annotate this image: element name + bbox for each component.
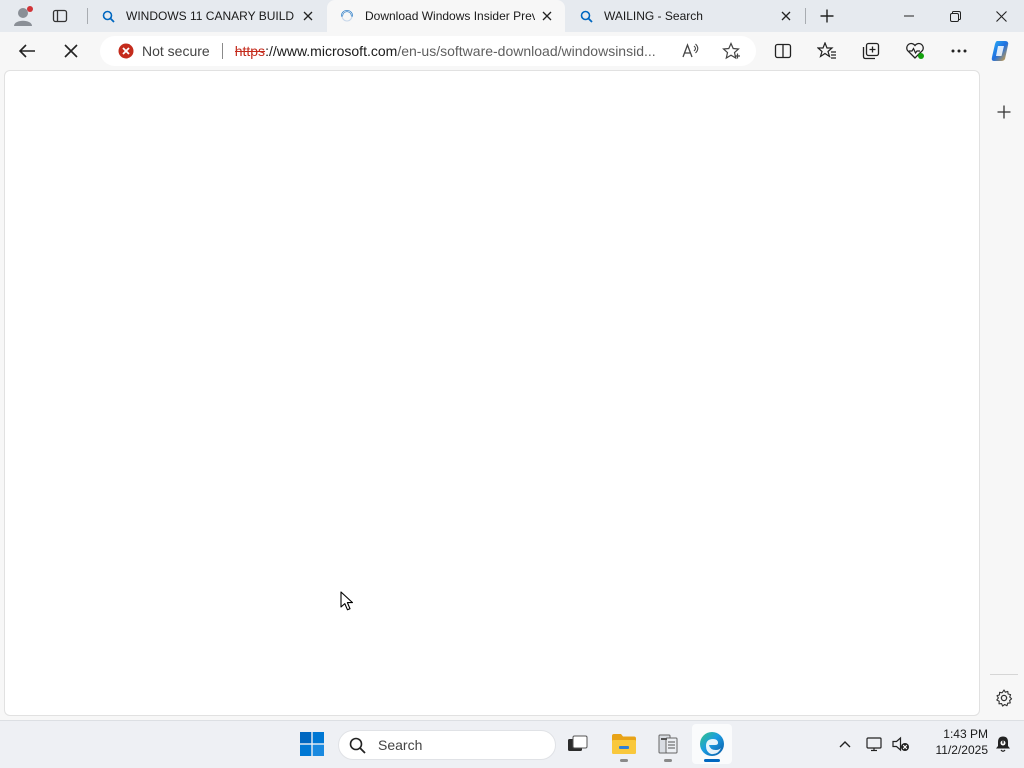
tab-strip: WINDOWS 11 CANARY BUILD DOWNLOAD Downloa…: [0, 0, 1024, 32]
favorites-icon: [817, 42, 837, 60]
plus-icon: [820, 9, 834, 23]
folder-icon: [611, 733, 637, 755]
edge-sidebar: [984, 70, 1024, 720]
close-icon: [542, 11, 552, 21]
tab-wailing-search[interactable]: WAILING - Search: [566, 0, 804, 32]
search-icon: [578, 8, 594, 24]
settings-and-more-button[interactable]: [943, 35, 975, 67]
tab-title: Download Windows Insider Preview: [365, 9, 535, 23]
profile-button[interactable]: [6, 0, 40, 32]
url-host: ://www.microsoft.com: [265, 43, 398, 59]
running-indicator: [620, 759, 628, 762]
task-view-icon: [567, 735, 589, 753]
search-label: Search: [378, 737, 423, 753]
security-label: Not secure: [142, 43, 210, 59]
url-path: /en-us/software-download/windowsinsid...: [397, 43, 656, 59]
profile-avatar-icon: [12, 5, 34, 27]
tab-close-button[interactable]: [774, 4, 798, 28]
close-icon: [995, 10, 1007, 22]
stop-loading-button[interactable]: [55, 35, 87, 67]
volume-button[interactable]: [888, 724, 914, 764]
task-view-button[interactable]: [558, 724, 598, 764]
tab-download-windows-insider[interactable]: Download Windows Insider Preview: [327, 0, 565, 32]
url-input[interactable]: https://www.microsoft.com/en-us/software…: [235, 43, 671, 59]
close-icon: [781, 11, 791, 21]
copilot-button[interactable]: [985, 35, 1017, 67]
close-icon: [303, 11, 313, 21]
collections-button[interactable]: [855, 35, 887, 67]
plus-icon: [997, 105, 1011, 119]
read-aloud-icon: [682, 43, 700, 59]
loading-spinner-icon: [339, 8, 355, 24]
sidebar-add-button[interactable]: [988, 96, 1020, 128]
mouse-cursor-icon: [340, 591, 354, 611]
taskbar-search-box[interactable]: Search: [338, 730, 556, 760]
close-window-button[interactable]: [978, 0, 1024, 32]
tab-actions-button[interactable]: [44, 0, 76, 32]
new-tab-button[interactable]: [810, 0, 844, 32]
minimize-button[interactable]: [886, 0, 932, 32]
notification-bell-icon: [994, 735, 1012, 753]
tab-windows-11-canary[interactable]: WINDOWS 11 CANARY BUILD DOWNLOAD: [88, 0, 326, 32]
split-screen-button[interactable]: [767, 35, 799, 67]
gear-icon: [995, 689, 1013, 707]
search-icon: [100, 8, 116, 24]
windows-logo-icon: [300, 732, 324, 756]
file-explorer-button[interactable]: [604, 724, 644, 764]
collections-icon: [862, 42, 880, 60]
taskbar-clock[interactable]: 1:43 PM 11/2/2025: [918, 726, 989, 762]
back-button[interactable]: [11, 35, 43, 67]
back-arrow-icon: [18, 43, 36, 59]
star-icon: [722, 42, 740, 60]
notifications-button[interactable]: [988, 724, 1018, 764]
show-hidden-icons-button[interactable]: [830, 724, 860, 764]
tab-close-button[interactable]: [535, 4, 559, 28]
web-page-viewport[interactable]: [4, 70, 980, 716]
sidebar-divider: [990, 674, 1018, 675]
server-manager-icon: [656, 732, 680, 756]
split-screen-icon: [774, 43, 792, 59]
start-button[interactable]: [292, 724, 332, 764]
address-divider: [221, 43, 223, 59]
minimize-icon: [904, 11, 914, 21]
running-indicator: [704, 759, 720, 762]
site-security-button[interactable]: Not secure: [100, 36, 222, 66]
browser-essentials-button[interactable]: [899, 35, 931, 67]
copilot-icon: [989, 39, 1013, 63]
running-indicator: [664, 759, 672, 762]
chevron-up-icon: [839, 740, 851, 748]
server-manager-button[interactable]: [648, 724, 688, 764]
restore-button[interactable]: [932, 0, 978, 32]
more-dots-icon: [951, 49, 967, 53]
speaker-muted-icon: [892, 736, 910, 752]
tab-separator: [805, 8, 806, 24]
tab-actions-icon: [52, 8, 68, 24]
favorites-button[interactable]: [811, 35, 843, 67]
clock-time: 1:43 PM: [943, 727, 988, 741]
add-favorite-button[interactable]: [716, 36, 746, 66]
address-bar[interactable]: Not secure https://www.microsoft.com/en-…: [100, 36, 756, 66]
sidebar-settings-button[interactable]: [988, 682, 1020, 714]
network-icon: [866, 736, 884, 752]
edge-logo-icon: [699, 731, 725, 757]
network-button[interactable]: [862, 724, 888, 764]
not-secure-icon: [118, 43, 134, 59]
tab-title: WAILING - Search: [604, 9, 703, 23]
edge-taskbar-button[interactable]: [692, 724, 732, 764]
clock-date: 11/2/2025: [935, 743, 989, 757]
restore-icon: [949, 10, 961, 22]
heart-pulse-icon: [905, 42, 925, 60]
tab-close-button[interactable]: [296, 4, 320, 28]
read-aloud-button[interactable]: [676, 36, 706, 66]
search-icon: [349, 737, 366, 754]
tab-title: WINDOWS 11 CANARY BUILD DOWNLOAD: [126, 9, 296, 23]
url-scheme: https: [234, 43, 266, 59]
close-icon: [64, 44, 78, 58]
